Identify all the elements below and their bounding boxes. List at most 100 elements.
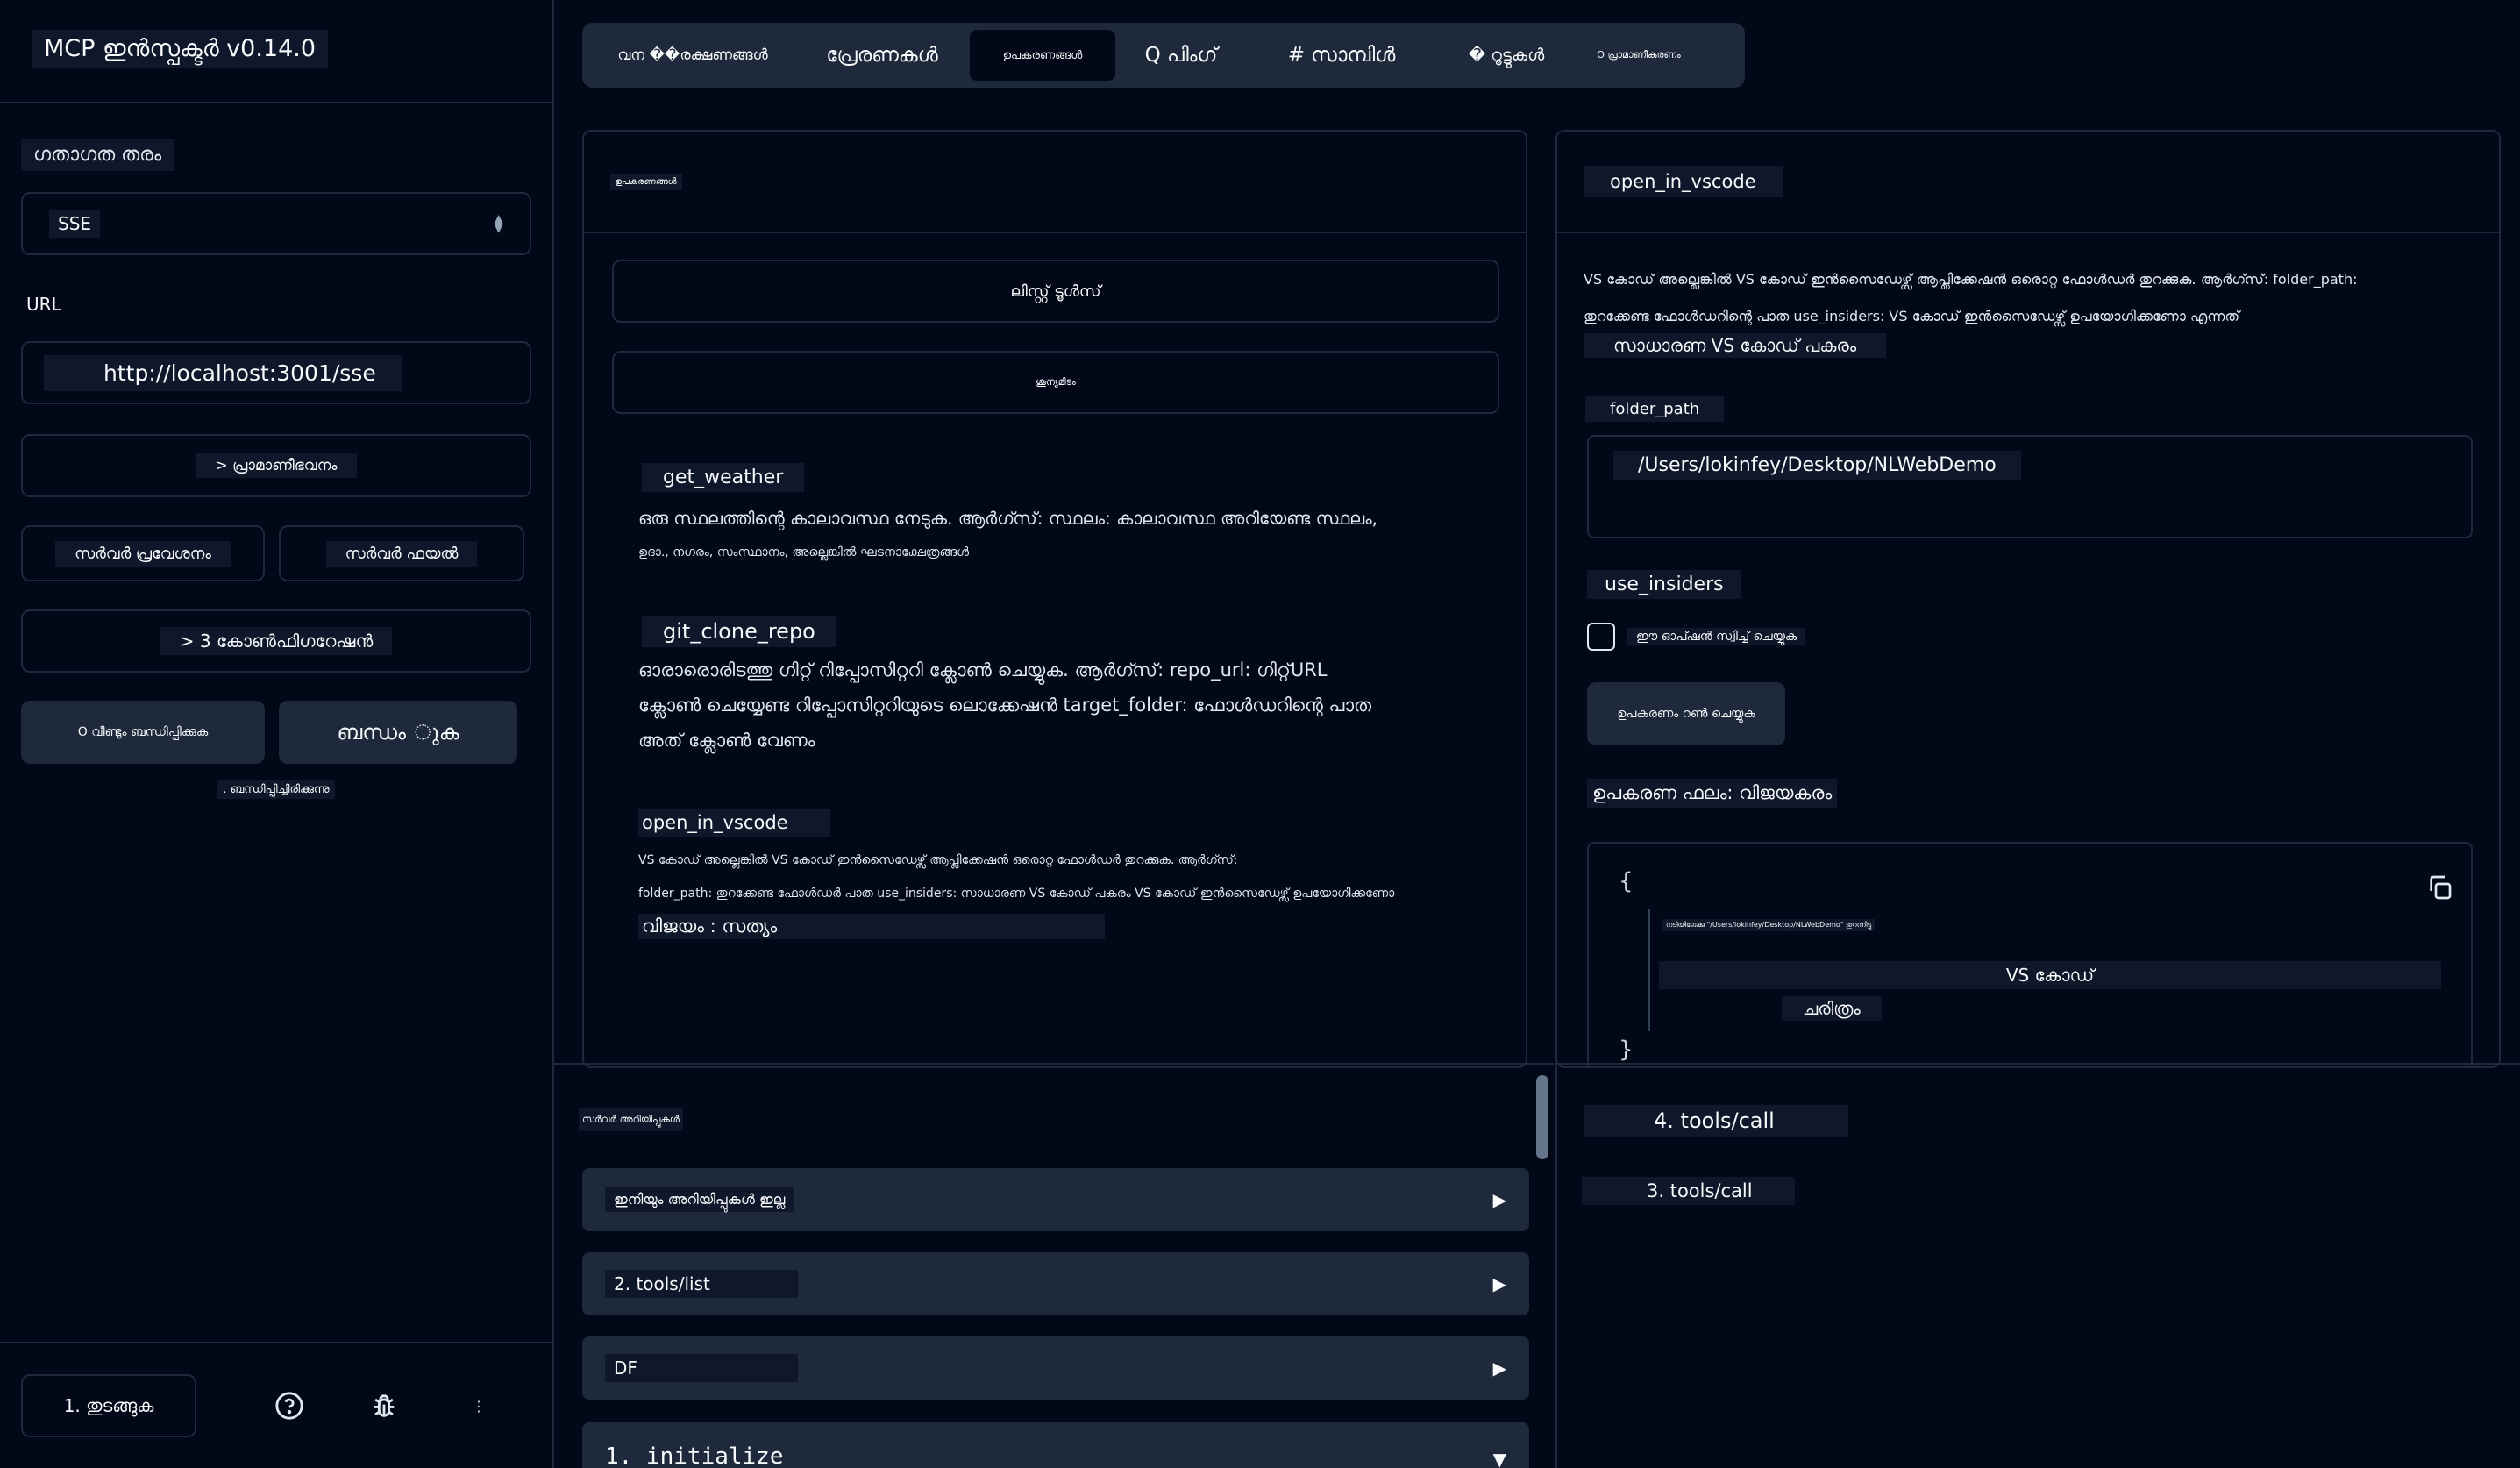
notification-item[interactable]: 3. tools/call [1582,1177,1795,1205]
configuration-button-label: > 3 കോൺഫിഗറേഷൻ [160,627,393,655]
history-title: സർവർ അറിയിപ്പുകൾ [579,1108,683,1131]
transport-type-label: ഗതാഗത തരം [21,139,174,171]
tab-resources-label: വന ��രക്ഷണങ്ങൾ [617,46,768,64]
tool-description: VS കോഡ് അല്ലെങ്കിൽ VS കോഡ് ഇൻസൈഡേഴ്സ് ആപ… [638,853,1238,867]
tab-auth[interactable]: O പ്രാമാണീകരണം [1577,30,1701,81]
use-insiders-checkbox[interactable] [1587,623,1615,651]
tool-detail-title: open_in_vscode [1584,166,1783,197]
authentication-button[interactable]: > പ്രാമാണീഭവനം [21,434,531,497]
environment-variables-button[interactable]: സർവർ പ്രവേശനം [21,525,265,581]
reconnect-button[interactable]: O വീണ്ടും ബന്ധിപ്പിക്കുക [21,701,265,764]
help-circle-icon[interactable] [268,1385,310,1427]
history-row[interactable]: DF ▶ [582,1336,1529,1400]
tool-detail-description: VS കോഡ് അല്ലെങ്കിൽ VS കോഡ് ഇൻസൈഡേഴ്സ് ആപ… [1584,261,2478,358]
tool-description: ഓരാരൊരിടത്തു ഗിറ്റ് റിപ്പോസിറ്ററി ക്ലോൺ … [638,659,1328,681]
tab-resources[interactable]: വന ��രക്ഷണങ്ങൾ [591,30,794,81]
disconnect-button-label: ബന്ധം ുക [337,720,459,745]
tab-roots-label: � റൂട്ടുകൾ [1468,46,1545,65]
use-insiders-checkbox-label: ഈ ഓപ്ഷൻ സ്വിച്ച് ചെയ്യുക [1627,628,1806,645]
tool-description: folder_path: തുറക്കേണ്ട ഫോൾഡർ പാത use_in… [638,887,1395,901]
tool-item-get-weather[interactable]: get_weather ഒരു സ്ഥലത്തിന്റെ കാലാവസ്ഥ നേ… [638,463,1498,569]
sidebar-footer: 1. തുടങ്ങുക ⋮ [0,1342,554,1468]
tab-tools[interactable]: ഉപകരണങ്ങൾ [970,30,1115,81]
start-button[interactable]: 1. തുടങ്ങുക [21,1374,196,1437]
tool-detail-header: open_in_vscode [1557,132,2499,233]
tool-extra: വിജയം : സത്യം [638,914,1498,939]
tab-auth-label: O പ്രാമാണീകരണം [1597,49,1681,61]
history-row[interactable]: 1. initialize ▼ [582,1422,1529,1468]
tool-name: git_clone_repo [642,616,836,647]
tab-ping[interactable]: Q പിംഗ് [1115,30,1247,81]
run-tool-button[interactable]: ഉപകരണം റൺ ചെയ്യുക [1587,682,1785,745]
bug-icon[interactable] [363,1385,405,1427]
tools-list-panel: ഉപകരണങ്ങൾ ലിസ്റ്റ് ടൂൾസ് ശൂന്യമിടം get_w… [582,130,1527,1068]
chevrons-up-down-icon: ▲ ▼ [494,212,503,235]
copy-icon[interactable] [2425,873,2453,905]
tab-sampling-label: # സാമ്പിൾ [1287,44,1396,67]
tab-prompts[interactable]: പ്രേരണകൾ [794,30,970,81]
url-label: URL [26,294,61,315]
reconnect-button-label: O വീണ്ടും ബന്ധിപ്പിക്കുക [77,725,209,739]
server-entry-button[interactable]: സർവർ ഫയൽ [279,525,524,581]
history-panel: സർവർ അറിയിപ്പുകൾ ഇനിയും അറിയിപ്പുകൾ ഇല്ല… [554,1063,1554,1468]
list-tools-button[interactable]: ലിസ്റ്റ് ടൂൾസ് [612,260,1499,323]
tab-sampling[interactable]: # സാമ്പിൾ [1247,30,1436,81]
tool-description: ഒരു സ്ഥലത്തിന്റെ കാലാവസ്ഥ നേടുക. ആർഗ്സ്:… [638,508,1378,529]
list-tools-label: ലിസ്റ്റ് ടൂൾസ് [1010,281,1101,301]
tool-detail-desc-line: VS കോഡ് അല്ലെങ്കിൽ VS കോഡ് ഇൻസൈഡേഴ്സ് ആപ… [1584,271,2358,288]
history-scrollbar[interactable] [1536,1075,1548,1159]
tool-description: അത് ക്ലോൺ വേണം [638,730,815,751]
tool-name: open_in_vscode [638,809,830,837]
authentication-button-label: > പ്രാമാണീഭവനം [196,453,357,478]
transport-select[interactable]: SSE ▲ ▼ [21,192,531,255]
clear-tools-button[interactable]: ശൂന്യമിടം [612,351,1499,414]
tool-detail-panel: open_in_vscode VS കോഡ് അല്ലെങ്കിൽ VS കോഡ… [1555,130,2501,1068]
expand-arrow-icon: ▶ [1492,1273,1506,1294]
tool-item-git-clone-repo[interactable]: git_clone_repo ഓരാരൊരിടത്തു ഗിറ്റ് റിപ്പ… [638,616,1498,758]
tool-name: get_weather [642,463,805,492]
configuration-button[interactable]: > 3 കോൺഫിഗറേഷൻ [21,609,531,673]
folder-path-value: /Users/lokinfey/Desktop/NLWebDemo [1613,451,2021,480]
folder-path-label: folder_path [1585,396,1725,422]
tab-bar: വന ��രക്ഷണങ്ങൾ പ്രേരണകൾ ഉപകരണങ്ങൾ Q പിംഗ… [582,23,1745,88]
json-close-brace: } [1619,1037,1634,1063]
url-input-value: http://localhost:3001/sse [44,354,402,391]
tool-detail-desc-line: സാധാരണ VS കോഡ് പകരം [1584,333,1887,358]
sidebar: MCP ഇൻസ്പക്ടർ v0.14.0 ഗതാഗത തരം SSE ▲ ▼ U… [0,0,554,1468]
more-vertical-icon[interactable]: ⋮ [458,1385,500,1427]
history-row-label: ഇനിയും അറിയിപ്പുകൾ ഇല്ല [605,1187,794,1212]
transport-select-value: SSE [49,210,101,238]
history-row[interactable]: ഇനിയും അറിയിപ്പുകൾ ഇല്ല ▶ [582,1168,1529,1231]
tools-panel-header: ഉപകരണങ്ങൾ [584,132,1526,233]
notification-item[interactable]: 4. tools/call [1584,1105,1848,1137]
environment-variables-label: സർവർ പ്രവേശനം [55,540,231,567]
history-row[interactable]: 2. tools/list ▶ [582,1252,1529,1315]
json-line-text: VS കോഡ് [2005,965,2095,986]
notifications-panel: 4. tools/call 3. tools/call [1555,1063,2520,1468]
json-body: നടിയിലേക്കു "/Users/lokinfey/Desktop/NLW… [1648,909,2455,1031]
tool-result-box: { നടിയിലേക്കു "/Users/lokinfey/Desktop/N… [1587,842,2473,1066]
folder-path-input[interactable]: /Users/lokinfey/Desktop/NLWebDemo [1587,435,2473,538]
disconnect-button[interactable]: ബന്ധം ുക [279,701,517,764]
json-line: നടിയിലേക്കു "/Users/lokinfey/Desktop/NLW… [1662,919,1876,931]
tool-detail-desc-line: തുറക്കേണ്ട ഫോൾഡറിന്റെ പാത use_insiders: … [1584,308,2240,324]
app-title: MCP ഇൻസ്പക്ടർ v0.14.0 [32,30,329,68]
tab-ping-label: Q പിംഗ് [1144,44,1218,67]
tool-description: ക്ലോൺ ചെയ്യേണ്ട റിപ്പോസിറ്ററിയുടെ ലൊക്കേ… [638,695,1372,716]
tool-item-open-in-vscode[interactable]: open_in_vscode VS കോഡ് അല്ലെങ്കിൽ VS കോഡ… [638,809,1498,939]
expand-arrow-icon: ▶ [1492,1358,1506,1379]
history-row-label: 1. initialize [605,1443,784,1468]
url-input[interactable]: http://localhost:3001/sse [21,341,531,404]
json-line: ചരിത്രം [1782,996,1882,1021]
tools-panel-title: ഉപകരണങ്ങൾ [610,173,682,190]
tab-prompts-label: പ്രേരണകൾ [826,44,938,67]
connection-status: . ബന്ധിപ്പിച്ചിരിക്കുന്നു [217,780,335,799]
tab-tools-label: ഉപകരണങ്ങൾ [1002,48,1083,62]
history-row-label: 2. tools/list [605,1270,798,1298]
clear-tools-label: ശൂന്യമിടം [1036,376,1076,388]
run-tool-label: ഉപകരണം റൺ ചെയ്യുക [1617,707,1755,721]
json-line: VS കോഡ് [1659,961,2441,989]
expand-arrow-icon: ▶ [1492,1189,1506,1210]
tab-roots[interactable]: � റൂട്ടുകൾ [1436,30,1577,81]
sidebar-header: MCP ഇൻസ്പക്ടർ v0.14.0 [0,0,552,103]
